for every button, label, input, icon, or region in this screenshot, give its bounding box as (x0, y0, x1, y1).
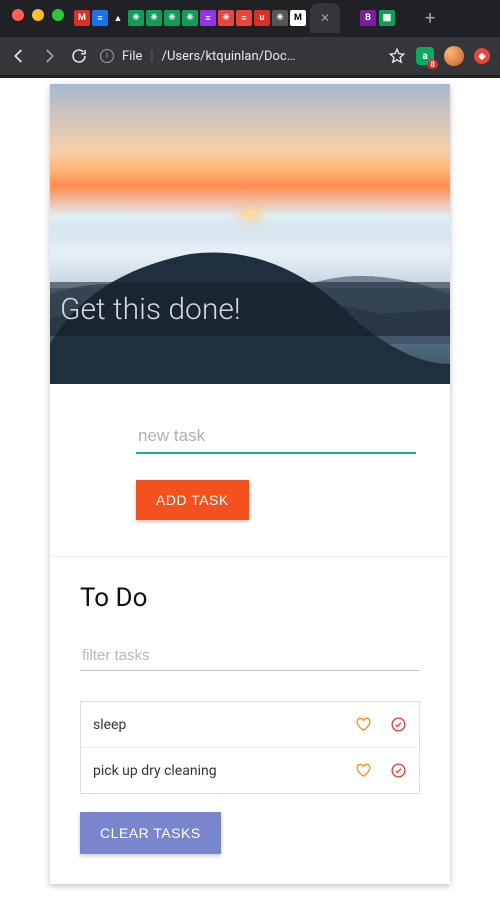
page-body: Get this done! ADD TASK To Do sleep (0, 78, 500, 890)
extension-badge-letter: a (422, 51, 427, 62)
pinned-tabs: M ≡ ▲ ✳ ✳ ✳ ✳ ≡ ✳ ≡ u ✳ M (74, 10, 306, 26)
close-tab-icon[interactable]: ✕ (320, 11, 330, 25)
pinned-tab[interactable]: M (290, 10, 306, 26)
pinned-tab[interactable]: ✳ (272, 10, 288, 26)
background-tabs: B ▦ (360, 10, 395, 26)
pinned-tab[interactable]: u (254, 10, 270, 26)
filter-tasks-input[interactable] (80, 641, 420, 671)
pinned-tab[interactable]: ≡ (92, 10, 108, 26)
hero-sun (242, 209, 258, 217)
extension-icon[interactable]: ◆ (474, 48, 490, 64)
background-tab[interactable]: ▦ (379, 10, 395, 26)
task-list-section: To Do sleep pick up dry cleaning (50, 557, 450, 884)
app-card: Get this done! ADD TASK To Do sleep (50, 84, 450, 884)
hero-title-band: Get this done! (50, 282, 450, 336)
back-button[interactable] (10, 47, 28, 65)
profile-avatar[interactable] (444, 46, 464, 66)
pinned-tab[interactable]: M (74, 10, 90, 26)
maximize-window-button[interactable] (52, 9, 64, 21)
clear-tasks-button[interactable]: CLEAR TASKS (80, 812, 221, 854)
task-table: sleep pick up dry cleaning (80, 701, 420, 794)
extension-badge[interactable]: a (416, 47, 434, 65)
url-separator: | (150, 49, 153, 64)
close-window-button[interactable] (12, 9, 24, 21)
background-tab[interactable]: B (360, 10, 376, 26)
address-bar[interactable]: i File | /Users/ktquinlan/Doc… (100, 49, 376, 64)
list-heading: To Do (80, 583, 420, 613)
add-task-button[interactable]: ADD TASK (136, 480, 249, 520)
pinned-tab[interactable]: ✳ (182, 10, 198, 26)
forward-button[interactable] (40, 47, 58, 65)
task-text: pick up dry cleaning (93, 763, 355, 779)
reload-button[interactable] (70, 47, 88, 65)
pinned-tab[interactable]: ✳ (218, 10, 234, 26)
pinned-tab[interactable]: ✳ (164, 10, 180, 26)
task-row: sleep (81, 702, 419, 747)
pinned-tab[interactable]: ✳ (146, 10, 162, 26)
heart-icon[interactable] (355, 716, 372, 733)
url-scheme: File (122, 49, 142, 64)
pinned-tab[interactable]: ▲ (110, 10, 126, 26)
hero-image: Get this done! (50, 84, 450, 384)
pinned-tab[interactable]: ≡ (236, 10, 252, 26)
site-info-icon[interactable]: i (100, 49, 114, 63)
hero-title: Get this done! (60, 292, 241, 327)
pinned-tab[interactable]: ✳ (128, 10, 144, 26)
check-circle-icon[interactable] (390, 716, 407, 733)
heart-icon[interactable] (355, 762, 372, 779)
minimize-window-button[interactable] (32, 9, 44, 21)
tab-strip: M ≡ ▲ ✳ ✳ ✳ ✳ ≡ ✳ ≡ u ✳ M ✕ B ▦ + (68, 3, 500, 33)
check-circle-icon[interactable] (390, 762, 407, 779)
browser-chrome: M ≡ ▲ ✳ ✳ ✳ ✳ ≡ ✳ ≡ u ✳ M ✕ B ▦ + (0, 0, 500, 78)
browser-toolbar: i File | /Users/ktquinlan/Doc… a ◆ (0, 37, 500, 75)
task-row: pick up dry cleaning (81, 747, 419, 793)
url-path: /Users/ktquinlan/Doc… (162, 49, 296, 64)
new-tab-button[interactable]: + (425, 8, 435, 29)
add-task-section: ADD TASK (50, 384, 450, 557)
star-bookmark-icon[interactable] (388, 47, 406, 65)
pinned-tab[interactable]: ≡ (200, 10, 216, 26)
active-tab[interactable]: ✕ (310, 3, 340, 33)
new-task-input[interactable] (136, 420, 416, 454)
task-text: sleep (93, 717, 355, 733)
